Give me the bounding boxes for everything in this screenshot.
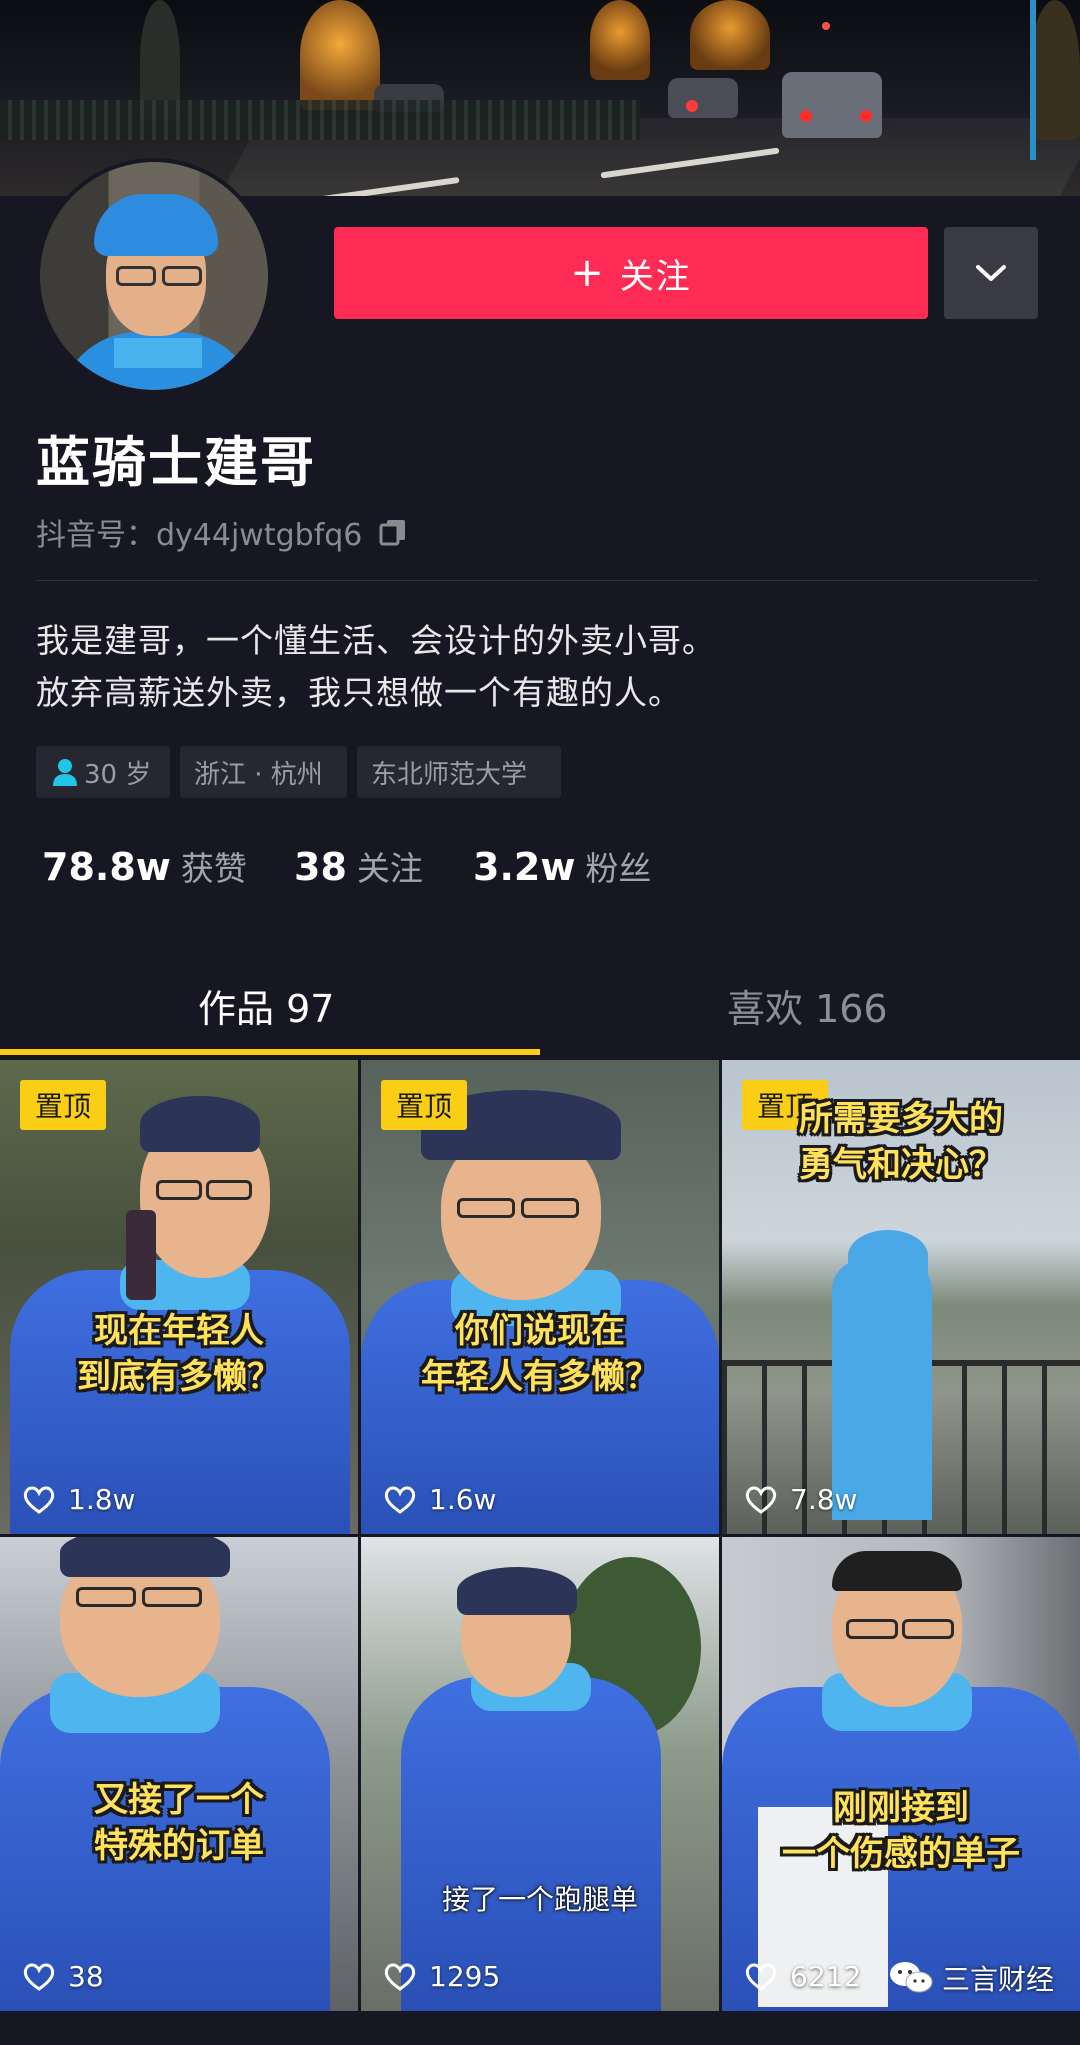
stat-likes: 78.8w 获赞 bbox=[42, 842, 247, 890]
heart-icon bbox=[384, 1486, 416, 1514]
video-tile[interactable]: 置顶 你们说现在 年轻人有多懒？ 1.6w bbox=[361, 1060, 719, 1534]
caption-line: 特殊的订单 bbox=[94, 1826, 264, 1866]
bio-line-2: 放弃高薪送外卖，我只想做一个有趣的人。 bbox=[36, 673, 682, 712]
heart-icon bbox=[384, 1963, 416, 1991]
video-likes-count: 7.8w bbox=[790, 1483, 858, 1516]
heart-icon bbox=[23, 1486, 55, 1514]
tag-school-label: 东北师范大学 bbox=[371, 759, 528, 790]
heart-icon bbox=[23, 1963, 55, 1991]
stat-followers-value: 3.2w bbox=[473, 845, 576, 889]
watermark: 三言财经 bbox=[888, 1958, 1054, 1998]
divider bbox=[36, 580, 1038, 581]
copy-icon[interactable] bbox=[378, 517, 408, 547]
video-likes: 1.6w bbox=[383, 1483, 496, 1516]
video-tile[interactable]: 置顶 现在年轻人 到底有多懒？ 1.8w bbox=[0, 1060, 358, 1534]
video-likes: 1295 bbox=[383, 1960, 500, 1993]
stat-likes-label: 获赞 bbox=[180, 849, 247, 888]
caption-line: 刚刚接到 bbox=[833, 1788, 969, 1828]
video-tile[interactable]: 置顶 所需要多大的 勇气和决心？ 7.8w bbox=[722, 1060, 1080, 1534]
stat-following[interactable]: 38 关注 bbox=[294, 842, 423, 890]
video-likes-count: 1295 bbox=[429, 1960, 501, 1993]
video-likes: 6212 bbox=[744, 1960, 861, 1993]
stat-following-label: 关注 bbox=[356, 849, 423, 888]
tag-location-label: 浙江 · 杭州 bbox=[194, 759, 323, 790]
video-likes: 1.8w bbox=[22, 1483, 135, 1516]
more-options-button[interactable] bbox=[944, 227, 1038, 319]
video-likes-count: 38 bbox=[68, 1960, 104, 1993]
caption-line: 所需要多大的 bbox=[799, 1099, 1003, 1139]
video-likes-count: 6212 bbox=[790, 1960, 862, 1993]
tag-location: 浙江 · 杭州 bbox=[180, 746, 347, 798]
video-tile[interactable]: 又接了一个 特殊的订单 38 bbox=[0, 1537, 358, 2011]
heart-icon bbox=[745, 1486, 777, 1514]
stat-likes-value: 78.8w bbox=[42, 845, 171, 889]
wechat-icon bbox=[890, 1962, 933, 1993]
video-caption: 接了一个跑腿单 bbox=[361, 1877, 719, 1923]
tag-school: 东北师范大学 bbox=[357, 746, 561, 798]
next-row-peek bbox=[0, 2018, 1080, 2045]
video-likes-count: 1.6w bbox=[429, 1483, 497, 1516]
pinned-badge: 置顶 bbox=[381, 1080, 467, 1130]
caption-line: 到底有多懒？ bbox=[77, 1357, 281, 1397]
plus-icon: + bbox=[570, 250, 606, 296]
heart-icon bbox=[745, 1963, 777, 1991]
video-caption: 刚刚接到 一个伤感的单子 bbox=[722, 1785, 1080, 1877]
tag-age-label: 30 岁 bbox=[84, 759, 152, 790]
tag-age: 30 岁 bbox=[36, 746, 170, 798]
caption-line: 你们说现在 bbox=[455, 1311, 625, 1351]
video-tile[interactable]: 刚刚接到 一个伤感的单子 6212 bbox=[722, 1537, 1080, 2011]
tab-likes[interactable]: 喜欢 166 bbox=[727, 978, 888, 1033]
stat-following-value: 38 bbox=[294, 845, 347, 889]
stat-followers[interactable]: 3.2w 粉丝 bbox=[473, 842, 651, 890]
bio-line-1: 我是建哥，一个懂生活、会设计的外卖小哥。 bbox=[36, 621, 716, 660]
video-caption: 所需要多大的 勇气和决心？ bbox=[722, 1096, 1080, 1188]
video-caption: 你们说现在 年轻人有多懒？ bbox=[361, 1308, 719, 1400]
person-icon bbox=[53, 759, 77, 786]
video-caption: 现在年轻人 到底有多懒？ bbox=[0, 1308, 358, 1400]
profile-name: 蓝骑士建哥 bbox=[36, 431, 316, 494]
caption-line: 现在年轻人 bbox=[94, 1311, 264, 1351]
caption-line: 年轻人有多懒？ bbox=[421, 1357, 659, 1397]
avatar[interactable] bbox=[36, 158, 272, 394]
video-likes-count: 1.8w bbox=[68, 1483, 136, 1516]
follow-button[interactable]: + 关注 bbox=[334, 227, 928, 319]
tab-indicator bbox=[0, 1049, 540, 1055]
follow-label: 关注 bbox=[619, 256, 692, 297]
watermark-text: 三言财经 bbox=[942, 1963, 1055, 1996]
caption-line: 接了一个跑腿单 bbox=[441, 1883, 638, 1916]
caption-line: 勇气和决心？ bbox=[799, 1145, 1003, 1185]
video-caption: 又接了一个 特殊的订单 bbox=[0, 1777, 358, 1869]
chevron-down-icon bbox=[976, 265, 1006, 281]
account-id: 抖音号：dy44jwtgbfq6 bbox=[36, 518, 363, 553]
video-likes: 7.8w bbox=[744, 1483, 857, 1516]
stat-followers-label: 粉丝 bbox=[585, 849, 652, 888]
video-likes: 38 bbox=[22, 1960, 104, 1993]
caption-line: 一个伤感的单子 bbox=[782, 1834, 1020, 1874]
caption-line: 又接了一个 bbox=[94, 1780, 264, 1820]
tab-works[interactable]: 作品 97 bbox=[198, 978, 334, 1033]
account-id-row: 抖音号：dy44jwtgbfq6 bbox=[36, 510, 408, 554]
video-tile[interactable]: 接了一个跑腿单 1295 bbox=[361, 1537, 719, 2011]
pinned-badge: 置顶 bbox=[20, 1080, 106, 1130]
